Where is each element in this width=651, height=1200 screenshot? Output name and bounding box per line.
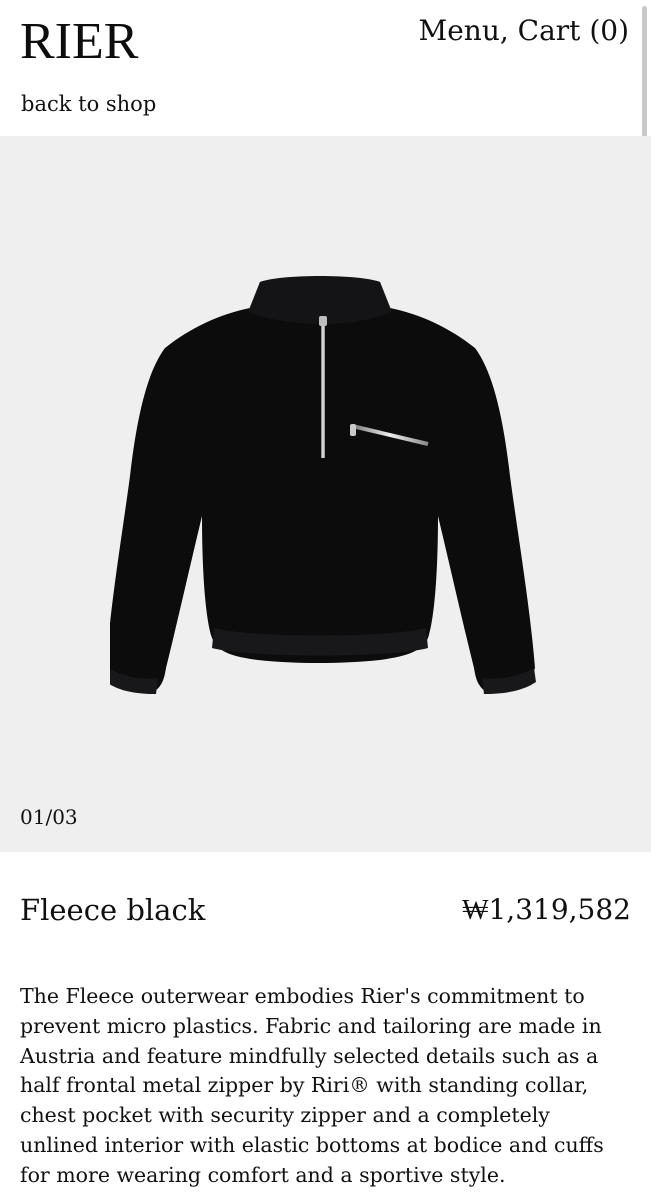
product-gallery[interactable]: 01/03 (0, 136, 651, 852)
site-header: RIER Menu, Cart (0) back to shop (0, 0, 651, 136)
zipper-pull-icon (319, 316, 327, 326)
pocket-zipper-pull-icon (350, 424, 356, 436)
product-description: The Fleece outerwear embodies Rier's com… (20, 984, 604, 1187)
top-nav: Menu, Cart (0) (419, 12, 629, 50)
menu-link[interactable]: Menu, (419, 14, 509, 47)
front-zipper (321, 316, 325, 458)
back-to-shop-link[interactable]: back to shop (21, 90, 156, 118)
product-title: Fleece black (20, 893, 206, 927)
product-price: ₩1,319,582 (462, 893, 631, 926)
gallery-counter: 01/03 (20, 805, 78, 829)
product-image (110, 276, 536, 694)
cart-link[interactable]: Cart (0) (518, 14, 629, 47)
logo[interactable]: RIER (20, 14, 138, 70)
product-heading: Fleece black ₩1,319,582 (0, 884, 651, 944)
